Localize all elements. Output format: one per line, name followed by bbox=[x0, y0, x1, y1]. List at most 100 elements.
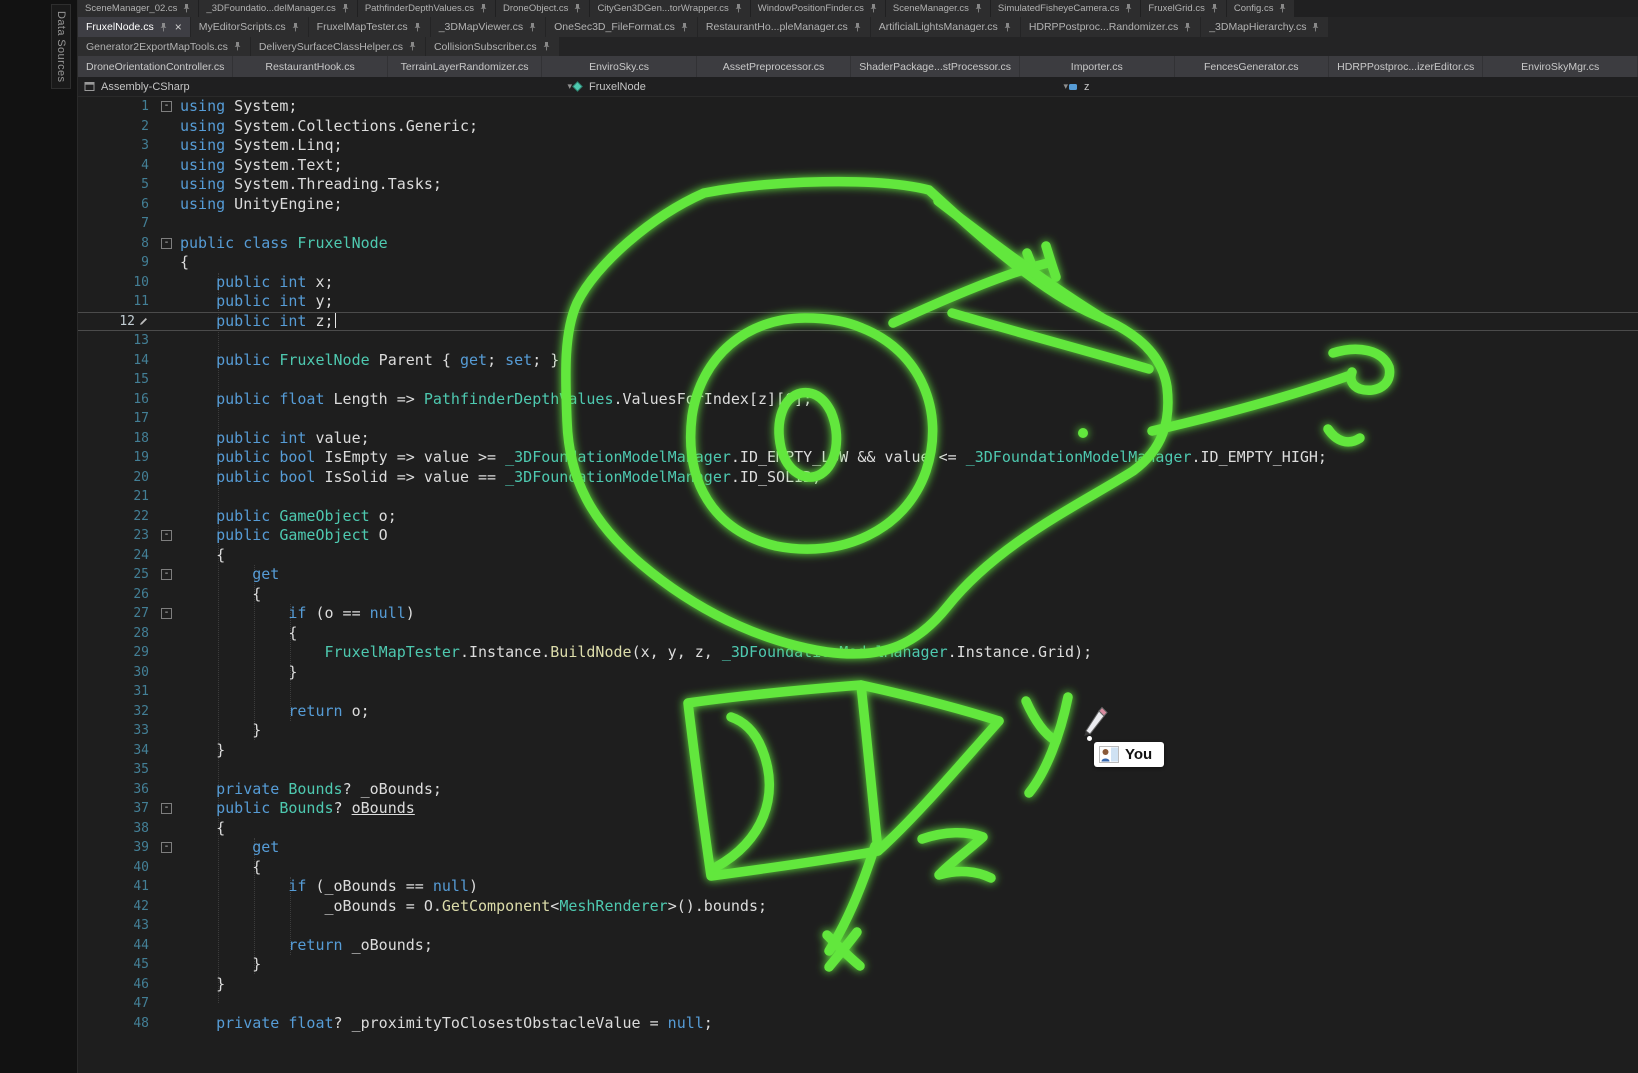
code-line[interactable]: 7 bbox=[78, 214, 1638, 234]
code-line[interactable]: 44 return _oBounds; bbox=[78, 936, 1638, 956]
breadcrumb-member-selector[interactable]: z bbox=[1068, 81, 1090, 93]
pin-icon[interactable] bbox=[291, 22, 300, 33]
tab-droneobject-cs[interactable]: DroneObject.cs bbox=[496, 0, 589, 17]
code-line[interactable]: 4using System.Text; bbox=[78, 156, 1638, 176]
fold-collapse-marker[interactable]: - bbox=[152, 526, 180, 546]
pin-icon[interactable] bbox=[1311, 22, 1320, 33]
code-line[interactable]: 37- public Bounds? oBounds bbox=[78, 799, 1638, 819]
tab-deliverysurfaceclasshelper-cs[interactable]: DeliverySurfaceClassHelper.cs bbox=[251, 37, 425, 56]
pin-icon[interactable] bbox=[1278, 3, 1287, 14]
pin-icon[interactable] bbox=[542, 41, 551, 52]
tab-fruxelgrid-cs[interactable]: FruxelGrid.cs bbox=[1141, 0, 1225, 17]
code-line[interactable]: 19 public bool IsEmpty => value >= _3DFo… bbox=[78, 448, 1638, 468]
pin-icon[interactable] bbox=[573, 3, 582, 14]
code-line[interactable]: 43 bbox=[78, 916, 1638, 936]
code-line[interactable]: 26 { bbox=[78, 585, 1638, 605]
code-line[interactable]: 1-using System; bbox=[78, 97, 1638, 117]
tool-tab-data-sources[interactable]: Data Sources bbox=[51, 4, 71, 89]
pin-icon[interactable] bbox=[1183, 22, 1192, 33]
tab-windowpositionfinder-cs[interactable]: WindowPositionFinder.cs bbox=[751, 0, 885, 17]
code-line[interactable]: 46 } bbox=[78, 975, 1638, 995]
code-line[interactable]: 5using System.Threading.Tasks; bbox=[78, 175, 1638, 195]
pin-icon[interactable] bbox=[408, 41, 417, 52]
breadcrumb-project-selector[interactable]: Assembly-CSharp ▾ bbox=[84, 81, 572, 93]
pin-icon[interactable] bbox=[528, 22, 537, 33]
code-line[interactable]: 40 { bbox=[78, 858, 1638, 878]
code-line[interactable]: 10 public int x; bbox=[78, 273, 1638, 293]
tab-hdrppostproc-randomizer-cs[interactable]: HDRPPostproc...Randomizer.cs bbox=[1021, 17, 1200, 37]
code-line[interactable]: 18 public int value; bbox=[78, 429, 1638, 449]
tab--3dfoundatio-delmanager-cs[interactable]: _3DFoundatio...delManager.cs bbox=[199, 0, 356, 17]
code-line[interactable]: 39- get bbox=[78, 838, 1638, 858]
code-line[interactable]: 33 } bbox=[78, 721, 1638, 741]
tab-fruxelnode-cs[interactable]: FruxelNode.cs× bbox=[78, 17, 190, 37]
code-line[interactable]: 48 private float? _proximityToClosestObs… bbox=[78, 1014, 1638, 1034]
code-line[interactable]: 31 bbox=[78, 682, 1638, 702]
tab-importer-cs[interactable]: Importer.cs bbox=[1020, 56, 1173, 77]
tab-assetpreprocessor-cs[interactable]: AssetPreprocessor.cs bbox=[697, 56, 850, 77]
tab-envirosky-cs[interactable]: EnviroSky.cs bbox=[542, 56, 695, 77]
pin-icon[interactable] bbox=[1003, 22, 1012, 33]
tab--3dmapviewer-cs[interactable]: _3DMapViewer.cs bbox=[431, 17, 545, 37]
pin-icon[interactable] bbox=[413, 22, 422, 33]
pin-icon[interactable] bbox=[182, 3, 191, 14]
tab-config-cs[interactable]: Config.cs bbox=[1227, 0, 1295, 17]
tab-hdrppostproc-izereditor-cs[interactable]: HDRPPostproc...izerEditor.cs bbox=[1329, 56, 1482, 77]
pin-icon[interactable] bbox=[1124, 3, 1133, 14]
tab-fruxelmaptester-cs[interactable]: FruxelMapTester.cs bbox=[309, 17, 430, 37]
code-line[interactable]: 35 bbox=[78, 760, 1638, 780]
tab-scenemanager-cs[interactable]: SceneManager.cs bbox=[886, 0, 990, 17]
fold-collapse-marker[interactable]: - bbox=[152, 799, 180, 819]
tab-fencesgenerator-cs[interactable]: FencesGenerator.cs bbox=[1175, 56, 1328, 77]
pin-icon[interactable] bbox=[734, 3, 743, 14]
pin-icon[interactable] bbox=[974, 3, 983, 14]
tab-restaurantho-plemanager-cs[interactable]: RestaurantHo...pleManager.cs bbox=[698, 17, 870, 37]
breadcrumb-type-selector[interactable]: FruxelNode ▾ bbox=[572, 81, 1068, 93]
code-line[interactable]: 9{ bbox=[78, 253, 1638, 273]
pin-icon[interactable] bbox=[869, 3, 878, 14]
code-line[interactable]: 32 return o; bbox=[78, 702, 1638, 722]
code-line[interactable]: 36 private Bounds? _oBounds; bbox=[78, 780, 1638, 800]
tab-citygen3dgen-torwrapper-cs[interactable]: CityGen3DGen...torWrapper.cs bbox=[590, 0, 749, 17]
code-line[interactable]: 3using System.Linq; bbox=[78, 136, 1638, 156]
tab-collisionsubscriber-cs[interactable]: CollisionSubscriber.cs bbox=[426, 37, 559, 56]
code-editor[interactable]: 1-using System;2using System.Collections… bbox=[78, 97, 1638, 1073]
pin-icon[interactable] bbox=[233, 41, 242, 52]
code-line[interactable]: 17 bbox=[78, 409, 1638, 429]
code-line[interactable]: 21 bbox=[78, 487, 1638, 507]
code-line[interactable]: 11 public int y; bbox=[78, 292, 1638, 312]
code-line[interactable]: 8-public class FruxelNode bbox=[78, 234, 1638, 254]
pin-icon[interactable] bbox=[853, 22, 862, 33]
code-line[interactable]: 42 _oBounds = O.GetComponent<MeshRendere… bbox=[78, 897, 1638, 917]
fold-collapse-marker[interactable]: - bbox=[152, 234, 180, 254]
code-line[interactable]: 47 bbox=[78, 994, 1638, 1014]
code-line[interactable]: 12 public int z; bbox=[78, 312, 1638, 332]
code-line[interactable]: 41 if (_oBounds == null) bbox=[78, 877, 1638, 897]
code-line[interactable]: 34 } bbox=[78, 741, 1638, 761]
code-line[interactable]: 13 bbox=[78, 331, 1638, 351]
code-line[interactable]: 45 } bbox=[78, 955, 1638, 975]
code-line[interactable]: 15 bbox=[78, 370, 1638, 390]
tab-enviroskymgr-cs[interactable]: EnviroSkyMgr.cs bbox=[1483, 56, 1636, 77]
code-line[interactable]: 28 { bbox=[78, 624, 1638, 644]
pin-icon[interactable] bbox=[159, 22, 168, 33]
code-line[interactable]: 30 } bbox=[78, 663, 1638, 683]
code-line[interactable]: 23- public GameObject O bbox=[78, 526, 1638, 546]
code-line[interactable]: 20 public bool IsSolid => value == _3DFo… bbox=[78, 468, 1638, 488]
pin-icon[interactable] bbox=[1210, 3, 1219, 14]
tab-pathfinderdepthvalues-cs[interactable]: PathfinderDepthValues.cs bbox=[358, 0, 495, 17]
tab--3dmaphierarchy-cs[interactable]: _3DMapHierarchy.cs bbox=[1201, 17, 1328, 37]
tab-scenemanager-02-cs[interactable]: SceneManager_02.cs bbox=[78, 0, 198, 17]
code-line[interactable]: 14 public FruxelNode Parent { get; set; … bbox=[78, 351, 1638, 371]
code-line[interactable]: 22 public GameObject o; bbox=[78, 507, 1638, 527]
pin-icon[interactable] bbox=[479, 3, 488, 14]
code-line[interactable]: 6using UnityEngine; bbox=[78, 195, 1638, 215]
code-line[interactable]: 29 FruxelMapTester.Instance.BuildNode(x,… bbox=[78, 643, 1638, 663]
pin-icon[interactable] bbox=[341, 3, 350, 14]
code-line[interactable]: 2using System.Collections.Generic; bbox=[78, 117, 1638, 137]
close-icon[interactable]: × bbox=[175, 21, 182, 33]
code-line[interactable]: 25- get bbox=[78, 565, 1638, 585]
tab-artificiallightsmanager-cs[interactable]: ArtificialLightsManager.cs bbox=[871, 17, 1020, 37]
tab-generator2exportmaptools-cs[interactable]: Generator2ExportMapTools.cs bbox=[78, 37, 250, 56]
tab-onesec3d-fileformat-cs[interactable]: OneSec3D_FileFormat.cs bbox=[546, 17, 697, 37]
